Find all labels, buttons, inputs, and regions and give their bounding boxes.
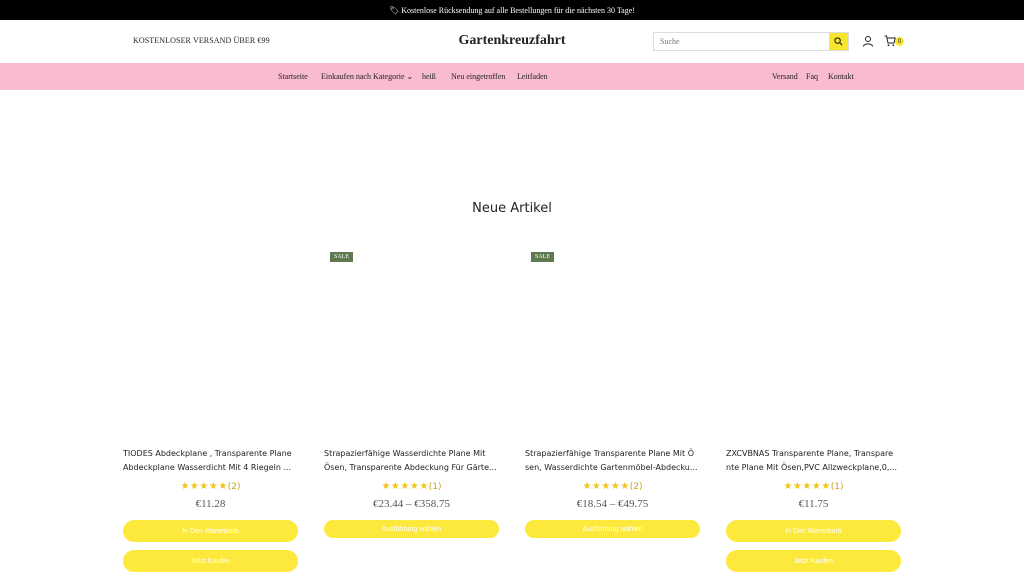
product-rating: ★★★★★(1) [726, 481, 901, 492]
star-rating-icon: ★★★★★ [180, 481, 228, 492]
announcement-bar: 🏷 Kostenlose Rücksendung auf alle Bestel… [0, 0, 1024, 20]
product-card: ZXCVBNAS Transparente Plane, Transpare n… [726, 240, 901, 576]
nav-item-startseite[interactable]: Startseite [278, 72, 308, 81]
star-rating-icon: ★★★★★ [381, 481, 429, 492]
review-count[interactable]: (2) [228, 482, 241, 492]
announcement-text: 🏷 Kostenlose Rücksendung auf alle Bestel… [389, 5, 635, 15]
buy-now-button[interactable]: Jetzt Kaufen [726, 550, 901, 572]
search-box [653, 32, 849, 51]
star-rating-icon: ★★★★★ [783, 481, 831, 492]
product-title[interactable]: ZXCVBNAS Transparente Plane, Transpare n… [726, 447, 901, 475]
product-title[interactable]: Strapazierfähige Wasserdichte Plane Mit … [324, 447, 499, 475]
sale-badge: SALE [531, 252, 554, 262]
user-icon[interactable] [862, 35, 874, 47]
sale-badge: SALE [330, 252, 353, 262]
main-nav: Startseite Einkaufen nach Kategorie ⌄ he… [0, 63, 1024, 90]
search-input[interactable] [654, 33, 830, 50]
nav-item-hot[interactable]: heiß [422, 72, 436, 81]
product-price: €11.75 [798, 498, 829, 510]
product-title-line: TIODES Abdeckplane , Transparente Plane [123, 449, 292, 458]
product-rating: ★★★★★(2) [525, 481, 700, 492]
review-count[interactable]: (2) [630, 482, 643, 492]
select-options-button[interactable]: Ausführung wählen [525, 520, 700, 538]
product-title-line: nte Plane Mit Ösen,PVC Allzweckplane,0,.… [726, 463, 897, 472]
product-card: SALE Strapazierfähige Wasserdichte Plane… [324, 240, 499, 576]
buy-now-button[interactable]: Jetzt Kaufen [123, 550, 298, 572]
nav-item-shipping[interactable]: Versand [772, 72, 798, 81]
cart-count-badge: 0 [895, 37, 904, 46]
nav-item-faq[interactable]: Faq [806, 72, 818, 81]
star-rating-icon: ★★★★★ [582, 481, 630, 492]
product-rating: ★★★★★(2) [123, 481, 298, 492]
product-price: €11.28 [195, 498, 226, 510]
product-card: SALE Strapazierfähige Transparente Plane… [525, 240, 700, 576]
product-title-line: Abdeckplane Wasserdicht Mit 4 Riegeln ..… [123, 463, 292, 472]
site-header: KOSTENLOSER VERSAND ÜBER €99 Gartenkreuz… [0, 20, 1024, 63]
select-options-button[interactable]: Ausführung wählen [324, 520, 499, 538]
add-to-cart-button[interactable]: In Den Warenkorb [726, 520, 901, 542]
search-button[interactable] [829, 33, 848, 50]
review-count[interactable]: (1) [429, 482, 442, 492]
product-image[interactable] [123, 240, 298, 435]
section-title: Neue Artikel [472, 201, 552, 216]
product-title-line: ZXCVBNAS Transparente Plane, Transpare [726, 449, 894, 458]
product-title-line: Strapazierfähige Transparente Plane Mit … [525, 449, 694, 458]
product-title-line: Ösen, Transparente Abdeckung Für Gärte..… [324, 463, 497, 472]
search-icon [834, 37, 843, 46]
nav-item-category[interactable]: Einkaufen nach Kategorie ⌄ [321, 72, 413, 81]
nav-item-guide[interactable]: Leitfaden [517, 72, 548, 81]
product-title[interactable]: Strapazierfähige Transparente Plane Mit … [525, 447, 700, 475]
product-image[interactable] [726, 240, 901, 435]
nav-item-contact[interactable]: Kontakt [828, 72, 854, 81]
product-image[interactable] [525, 240, 700, 435]
product-rating: ★★★★★(1) [324, 481, 499, 492]
product-title-line: Strapazierfähige Wasserdichte Plane Mit [324, 449, 486, 458]
product-price: €23.44 – €358.75 [373, 498, 450, 510]
product-price: €18.54 – €49.75 [576, 498, 649, 510]
product-card: TIODES Abdeckplane , Transparente Plane … [123, 240, 298, 576]
add-to-cart-button[interactable]: In Den Warenkorb [123, 520, 298, 542]
product-image[interactable] [324, 240, 499, 435]
product-title-line: sen, Wasserdichte Gartenmöbel-Abdecku... [525, 463, 698, 472]
review-count[interactable]: (1) [831, 482, 844, 492]
nav-item-new-arrivals[interactable]: Neu eingetroffen [451, 72, 505, 81]
product-title[interactable]: TIODES Abdeckplane , Transparente Plane … [123, 447, 298, 475]
